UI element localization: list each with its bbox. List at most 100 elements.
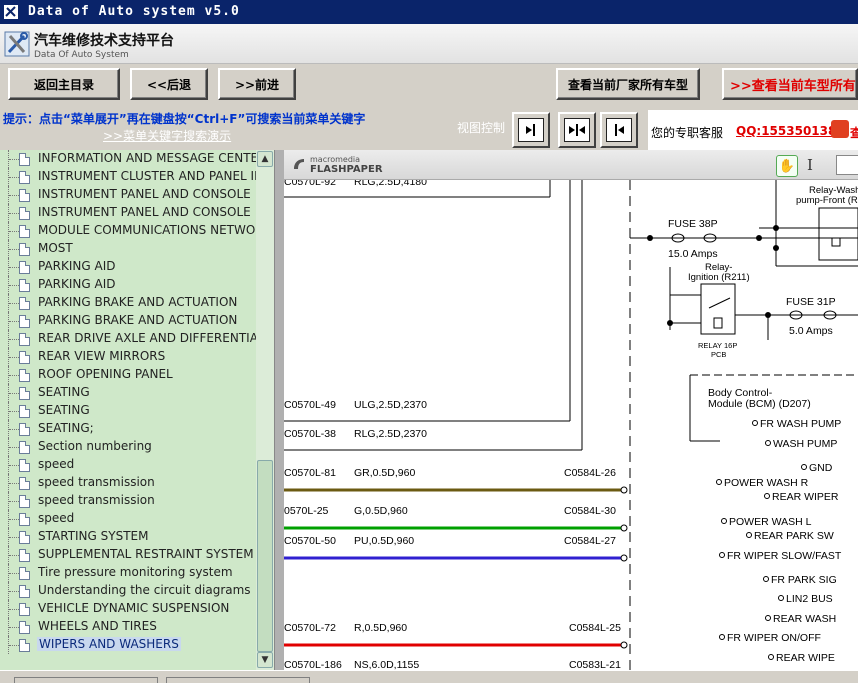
tree-item-label: PARKING BRAKE AND ACTUATION [38,295,238,309]
tree-item[interactable]: speed [0,456,256,474]
page-field[interactable] [836,155,858,175]
bcm-subtitle: Module (BCM) (D207) [708,398,811,410]
bcm-pin-label: LIN2 BUS [786,593,833,605]
tree-item-label: MOST [38,241,73,255]
text-select-icon[interactable]: I [807,156,813,174]
document-icon [19,531,30,544]
tree-item-label: Understanding the circuit diagrams [38,583,251,597]
status-segment [166,677,310,683]
tree-item[interactable]: Section numbering [0,438,256,456]
hand-tool-icon[interactable]: ✋ [776,155,798,177]
scroll-up-icon[interactable]: ▲ [257,151,273,167]
tree-item[interactable]: PARKING BRAKE AND ACTUATION [0,294,256,312]
wire-spec-label: R,0.5D,960 [354,622,407,634]
document-icon [19,585,30,598]
bcm-pin [752,420,758,426]
qq-penguin-icon[interactable] [831,120,849,138]
all-models-button[interactable]: 查看当前厂家所有车型 [556,68,700,100]
tree-item-label: VEHICLE DYNAMIC SUSPENSION [38,601,230,615]
tree-item[interactable]: Tire pressure monitoring system [0,564,256,582]
document-icon [19,333,30,346]
tree-item[interactable]: ROOF OPENING PANEL [0,366,256,384]
wire-connector-label: C0584L-27 [564,535,616,547]
document-icon [19,225,30,238]
tree-item[interactable]: SEATING; [0,420,256,438]
wire-id-label: 0570L-25 [284,505,329,517]
wire-connector-label: C0584L-26 [564,467,616,479]
tree-item[interactable]: MODULE COMMUNICATIONS NETWORK [0,222,256,240]
tree-item[interactable]: INSTRUMENT PANEL AND CONSOLE [0,186,256,204]
tree-item[interactable]: MOST [0,240,256,258]
view-expand-left-button[interactable] [600,112,638,148]
tree-item[interactable]: SEATING [0,384,256,402]
tree-scrollbar[interactable]: ▲ ▼ [256,150,274,670]
tree-item[interactable]: WHEELS AND TIRES [0,618,256,636]
wire-spec-label: ULG,2.5D,2370 [354,399,427,411]
tree-item[interactable]: SUPPLEMENTAL RESTRAINT SYSTEM [0,546,256,564]
view-expand-right-button[interactable] [512,112,550,148]
home-button[interactable]: 返回主目录 [8,68,120,100]
tree-branch [9,429,19,430]
tree-item[interactable]: INSTRUMENT CLUSTER AND PANEL ILLUMINATIO… [0,168,256,186]
tree-item-label: Section numbering [38,439,152,453]
document-icon [19,639,30,652]
document-viewer: macromedia FLASHPAPER ✋ I FUSE 38P 15.0 … [284,150,858,670]
support-qq-link[interactable]: QQ:1553501388 [736,124,845,138]
bcm-pin [764,493,770,499]
document-icon [19,495,30,508]
flashpaper-logo-icon [294,159,304,169]
scroll-down-icon[interactable]: ▼ [257,652,273,668]
tree-item[interactable]: INSTRUMENT PANEL AND CONSOLE [0,204,256,222]
tree-item[interactable]: speed transmission [0,474,256,492]
document-icon [19,441,30,454]
connector-pin [620,641,628,649]
wire-id-label: C0570L-81 [284,467,336,479]
bcm-pin-label: GND [809,462,833,474]
tree-branch [9,411,19,412]
search-demo-link[interactable]: >>菜单关键字搜索演示 [103,127,231,144]
tree-item[interactable]: REAR VIEW MIRRORS [0,348,256,366]
tree-item-label: MODULE COMMUNICATIONS NETWORK [38,223,256,237]
view-split-button[interactable] [558,112,596,148]
document-icon [19,567,30,580]
tree-item[interactable]: INFORMATION AND MESSAGE CENTER [0,150,256,168]
tree-item[interactable]: REAR DRIVE AXLE AND DIFFERENTIAL [0,330,256,348]
tree-branch [9,627,19,628]
tree-branch [9,249,19,250]
tree-item-label: PARKING AID [38,259,116,273]
tree-item[interactable]: PARKING AID [0,258,256,276]
tree-branch [9,375,19,376]
tree-branch [9,303,19,304]
pane-divider[interactable] [274,150,284,670]
bcm-pin [721,518,727,524]
tree-item[interactable]: speed [0,510,256,528]
tree-branch [9,159,19,160]
tree-item[interactable]: SEATING [0,402,256,420]
status-bar [0,670,858,683]
scroll-thumb[interactable] [257,460,273,652]
tree-item[interactable]: PARKING BRAKE AND ACTUATION [0,312,256,330]
support-more[interactable]: 查 [850,124,858,141]
tree-branch [9,213,19,214]
current-models-button[interactable]: >>查看当前车型所有 [722,68,858,100]
bcm-pin-label: REAR PARK SW [754,530,834,542]
tree-item[interactable]: speed transmission [0,492,256,510]
tree-item-label: ROOF OPENING PANEL [38,367,173,381]
split-arrows-icon [569,124,585,136]
back-button[interactable]: <<后退 [130,68,208,100]
tree-item[interactable]: VEHICLE DYNAMIC SUSPENSION [0,600,256,618]
tree-item[interactable]: WIPERS AND WASHERS [0,636,256,654]
tree-item[interactable]: STARTING SYSTEM [0,528,256,546]
document-icon [19,153,30,166]
tree-branch [9,537,19,538]
menu-tree: INFORMATION AND MESSAGE CENTER INSTRUMENT… [0,150,256,670]
tree-branch [9,231,19,232]
tree-item[interactable]: PARKING AID [0,276,256,294]
bcm-pin-label: REAR WIPER [772,491,839,503]
forward-button[interactable]: >>前进 [218,68,296,100]
tree-item-label: INSTRUMENT CLUSTER AND PANEL ILLUMINATIO… [38,169,256,183]
tree-item[interactable]: Understanding the circuit diagrams [0,582,256,600]
connector-pin [620,554,628,562]
document-icon [19,261,30,274]
tools-logo-icon [4,31,30,57]
